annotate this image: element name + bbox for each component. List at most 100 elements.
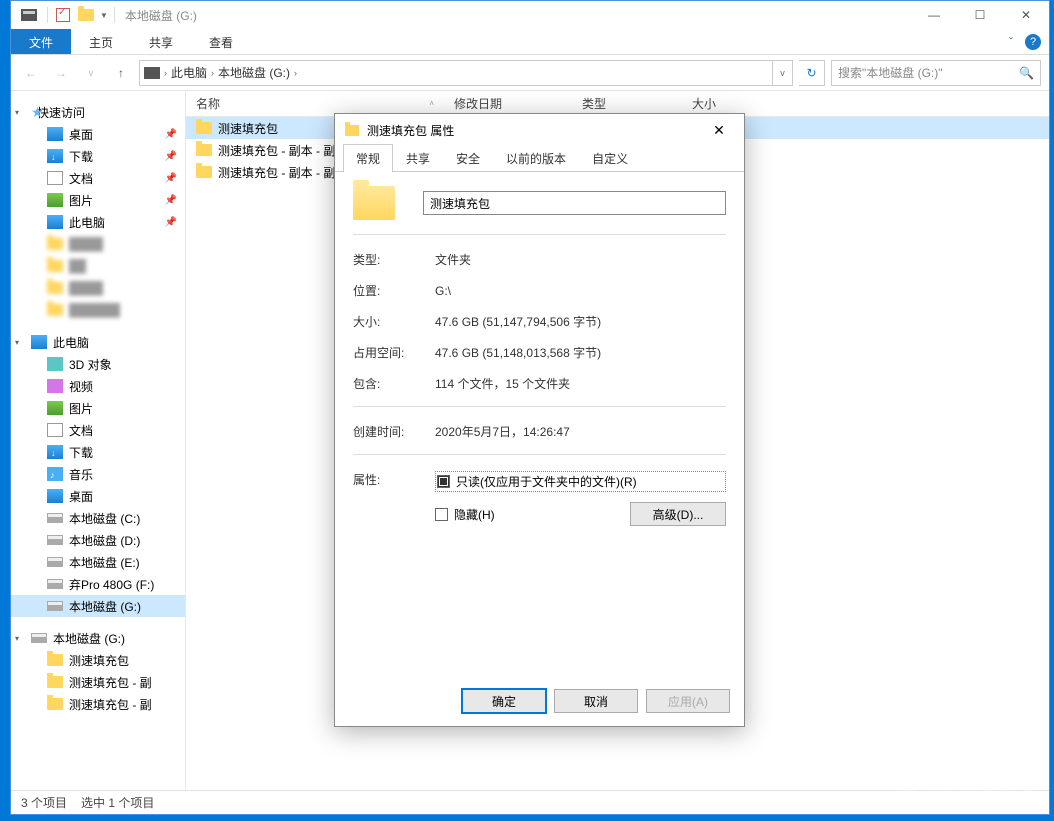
nav-pictures2[interactable]: 图片 [11, 397, 185, 419]
search-input[interactable]: 搜索"本地磁盘 (G:)" 🔍 [831, 60, 1041, 86]
watermark: 值 | 什么值得买 [899, 781, 1040, 807]
nav-drive-f[interactable]: 弃Pro 480G (F:) [11, 573, 185, 595]
nav-back-button[interactable]: ← [19, 61, 43, 85]
nav-downloads2[interactable]: 下载 [11, 441, 185, 463]
advanced-button[interactable]: 高级(D)... [630, 502, 726, 526]
nav-desktop2[interactable]: 桌面 [11, 485, 185, 507]
pictures-icon [47, 193, 63, 207]
tab-previous-versions[interactable]: 以前的版本 [493, 144, 579, 172]
pc-icon [31, 335, 47, 349]
help-icon[interactable]: ? [1025, 34, 1041, 50]
separator [353, 406, 726, 407]
tab-general[interactable]: 常规 [343, 144, 393, 172]
chevron-right-icon[interactable]: › [211, 68, 214, 78]
nav-drive-g-tree[interactable]: ▾本地磁盘 (G:) [11, 627, 185, 649]
nav-drive-d[interactable]: 本地磁盘 (D:) [11, 529, 185, 551]
readonly-label: 只读(仅应用于文件夹中的文件)(R) [456, 473, 637, 490]
drive-icon [21, 9, 37, 21]
maximize-button[interactable]: ☐ [957, 1, 1003, 29]
drive-icon [31, 633, 47, 643]
nav-videos[interactable]: 视频 [11, 375, 185, 397]
label-created: 创建时间: [353, 423, 435, 440]
column-size[interactable]: 大小 [682, 95, 726, 112]
nav-item-hidden[interactable]: ████ [11, 233, 185, 255]
nav-folder1[interactable]: 测速填充包 [11, 649, 185, 671]
ribbon-tabs: 文件 主页 共享 查看 ˇ ? [11, 29, 1049, 55]
cancel-button[interactable]: 取消 [554, 689, 638, 713]
tab-security[interactable]: 安全 [443, 144, 493, 172]
video-icon [47, 379, 63, 393]
nav-drive-c[interactable]: 本地磁盘 (C:) [11, 507, 185, 529]
nav-item-hidden[interactable]: ██████ [11, 299, 185, 321]
pin-icon: 📌 [165, 217, 177, 228]
breadcrumb[interactable]: › 此电脑 › 本地磁盘 (G:) › [139, 60, 773, 86]
drive-icon [144, 67, 160, 79]
nav-recent-dropdown[interactable]: v [79, 61, 103, 85]
folder-name-input[interactable] [423, 191, 726, 215]
label-diskspace: 占用空间: [353, 344, 435, 361]
minimize-button[interactable]: — [911, 1, 957, 29]
navigation-pane: ▾快速访问 桌面📌 下载📌 文档📌 图片📌 此电脑📌 ████ ██ ████ … [11, 91, 186, 811]
tab-share[interactable]: 共享 [131, 29, 191, 54]
nav-quick-access[interactable]: ▾快速访问 [11, 101, 185, 123]
documents-icon [47, 171, 63, 185]
nav-thispc-pin[interactable]: 此电脑📌 [11, 211, 185, 233]
drive-icon [47, 535, 63, 545]
column-type[interactable]: 类型 [572, 95, 682, 112]
nav-item-hidden[interactable]: ██ [11, 255, 185, 277]
nav-item-hidden[interactable]: ████ [11, 277, 185, 299]
pin-icon: 📌 [165, 173, 177, 184]
breadcrumb-drive[interactable]: 本地磁盘 (G:) [218, 64, 290, 81]
column-date[interactable]: 修改日期 [444, 95, 572, 112]
pc-icon [47, 215, 63, 229]
tab-custom[interactable]: 自定义 [579, 144, 641, 172]
nav-pictures[interactable]: 图片📌 [11, 189, 185, 211]
tab-share[interactable]: 共享 [393, 144, 443, 172]
qat-newfolder-icon[interactable] [78, 9, 94, 21]
nav-folder2[interactable]: 测速填充包 - 副 [11, 671, 185, 693]
window-title: 本地磁盘 (G:) [125, 7, 197, 24]
nav-drive-g[interactable]: 本地磁盘 (G:) [11, 595, 185, 617]
hidden-checkbox[interactable] [435, 508, 448, 521]
desktop-icon [47, 127, 63, 141]
nav-folder3[interactable]: 测速填充包 - 副 [11, 693, 185, 715]
nav-downloads[interactable]: 下载📌 [11, 145, 185, 167]
nav-up-button[interactable]: ↑ [109, 61, 133, 85]
status-bar: 3 个项目 选中 1 个项目 [11, 790, 1049, 814]
nav-desktop[interactable]: 桌面📌 [11, 123, 185, 145]
value-diskspace: 47.6 GB (51,148,013,568 字节) [435, 344, 601, 361]
tab-home[interactable]: 主页 [71, 29, 131, 54]
folder-icon [196, 166, 212, 178]
qat-properties-icon[interactable] [56, 8, 70, 22]
pin-icon: 📌 [165, 151, 177, 162]
nav-documents[interactable]: 文档📌 [11, 167, 185, 189]
value-contains: 114 个文件，15 个文件夹 [435, 375, 570, 392]
nav-thispc[interactable]: ▾此电脑 [11, 331, 185, 353]
folder-icon [47, 282, 63, 294]
dialog-close-button[interactable]: ✕ [704, 115, 734, 145]
close-button[interactable]: ✕ [1003, 1, 1049, 29]
refresh-button[interactable]: ↻ [799, 60, 825, 86]
chevron-right-icon[interactable]: › [294, 68, 297, 78]
nav-documents2[interactable]: 文档 [11, 419, 185, 441]
value-location: G:\ [435, 284, 451, 298]
nav-music[interactable]: 音乐 [11, 463, 185, 485]
ok-button[interactable]: 确定 [462, 689, 546, 713]
tab-file[interactable]: 文件 [11, 29, 71, 54]
column-name[interactable]: 名称˄ [186, 95, 444, 112]
tab-view[interactable]: 查看 [191, 29, 251, 54]
breadcrumb-dropdown[interactable]: v [773, 60, 793, 86]
breadcrumb-thispc[interactable]: 此电脑 [171, 64, 207, 81]
label-attributes: 属性: [353, 471, 435, 488]
label-location: 位置: [353, 282, 435, 299]
nav-3dobjects[interactable]: 3D 对象 [11, 353, 185, 375]
ribbon-collapse-icon[interactable]: ˇ [1009, 35, 1013, 49]
separator [353, 234, 726, 235]
desktop-icon [47, 489, 63, 503]
readonly-checkbox[interactable] [437, 475, 450, 488]
chevron-right-icon[interactable]: › [164, 68, 167, 78]
nav-drive-e[interactable]: 本地磁盘 (E:) [11, 551, 185, 573]
search-icon[interactable]: 🔍 [1019, 66, 1034, 80]
qat-dropdown-icon[interactable]: ▼ [100, 11, 108, 20]
titlebar: ▼ 本地磁盘 (G:) — ☐ ✕ [11, 1, 1049, 29]
